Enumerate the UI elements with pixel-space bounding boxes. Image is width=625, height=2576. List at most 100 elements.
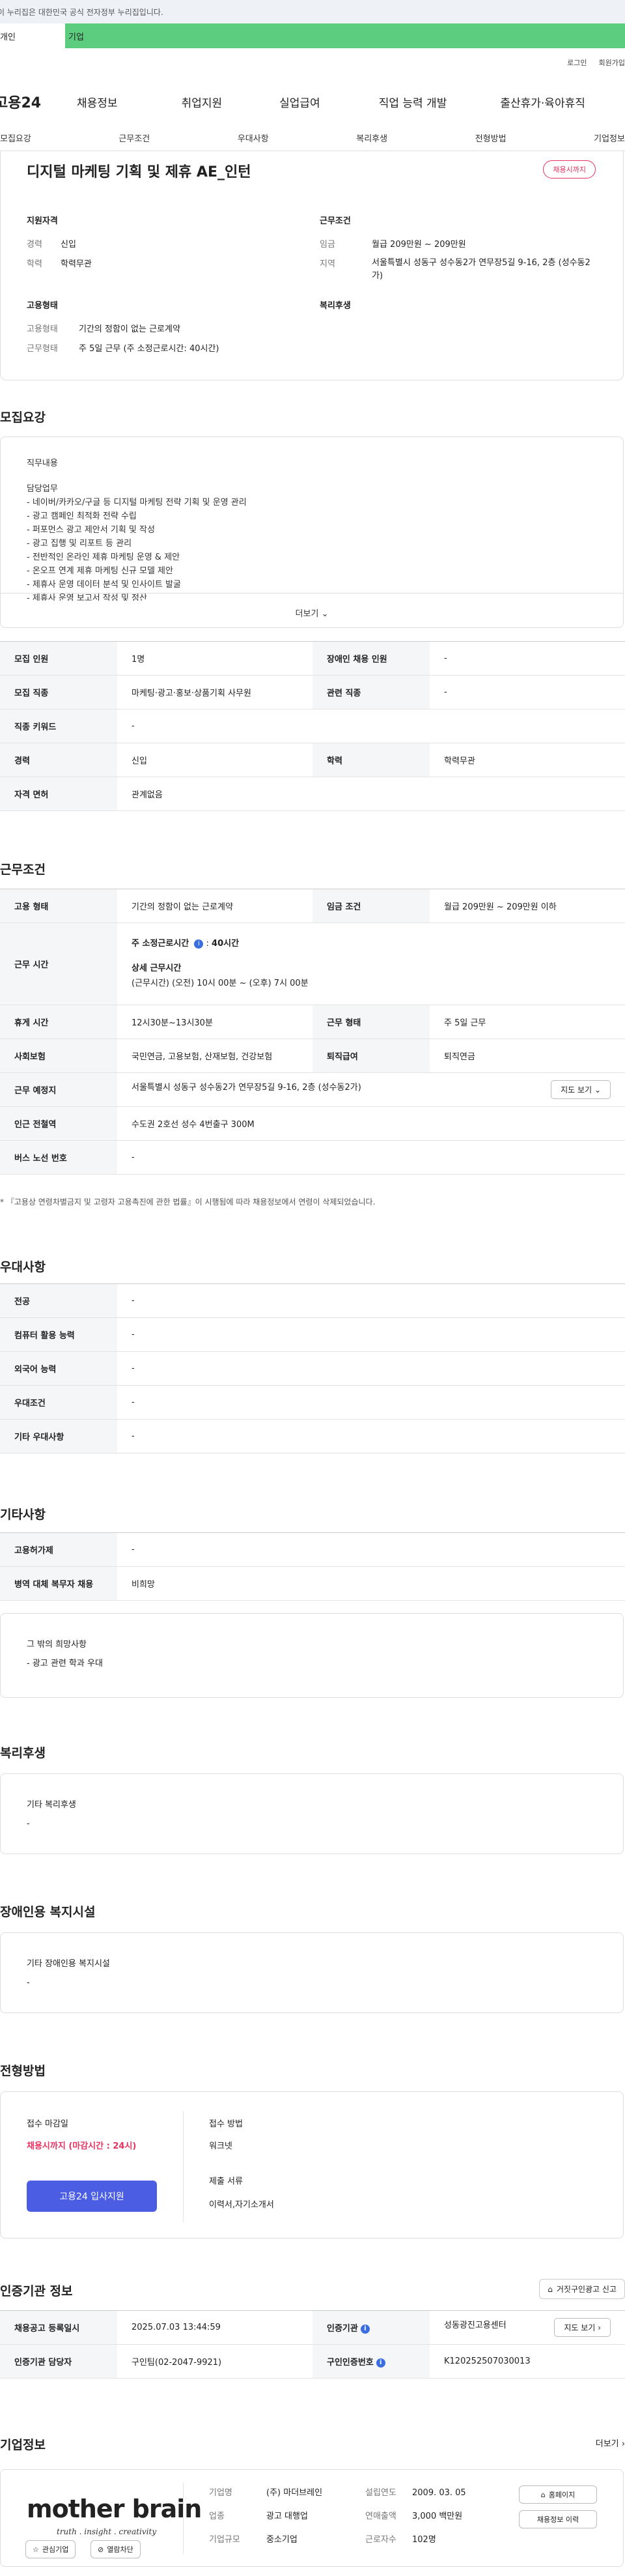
info-icon[interactable]: i bbox=[194, 939, 204, 949]
table-row: 우대조건 - bbox=[0, 1385, 625, 1420]
disabled-value: - bbox=[27, 1977, 30, 1988]
org-table: 채용공고 등록일시 2025.07.03 13:44:59 인증기관 i 성동광진고… bbox=[0, 2310, 625, 2379]
subnav-apply[interactable]: 전형방법 bbox=[475, 132, 507, 150]
global-nav: 고용24 채용정보 취업지원 실업급여 직업 능력 개발 출산휴가·육아휴직 bbox=[0, 89, 625, 115]
company-logo-tagline: truth . insight . creativity bbox=[57, 2527, 157, 2536]
info-icon[interactable]: i bbox=[376, 2358, 385, 2368]
recruit-section-title: 모집요강 bbox=[0, 410, 46, 425]
home-icon: ⌂ bbox=[540, 2490, 546, 2499]
prefer-table: 전공 - 컴퓨터 활용 능력 - 외국어 능력 - 우대조건 - 기타 우대사항 - bbox=[0, 1283, 625, 1453]
edu-row: 학력 학력무관 bbox=[27, 259, 92, 269]
chevron-down-icon: ⌄ bbox=[321, 609, 329, 619]
area-row: 지역 서울특별시 성동구 성수동2가 연무장5길 9-16, 2층 (성수동2가) bbox=[320, 258, 590, 281]
job-title: 디지털 마케팅 기획 및 제휴 AE_인턴 bbox=[27, 164, 251, 180]
docs-value: 이력서,자기소개서 bbox=[209, 2200, 274, 2210]
deadline-badge: 채용시까지 bbox=[543, 160, 596, 179]
subnav-welfare[interactable]: 복리후생 bbox=[356, 132, 387, 150]
subnav-prefer[interactable]: 우대사항 bbox=[238, 132, 269, 150]
emptype-row: 고용형태 기간의 정함이 없는 근로계약 bbox=[27, 324, 180, 334]
gnb-item-employment-support[interactable]: 취업지원 bbox=[182, 94, 223, 110]
work-section-title: 근무조건 bbox=[0, 863, 46, 877]
table-row: 컴퓨터 활용 능력 - bbox=[0, 1317, 625, 1352]
wish-box: 그 밖의 희망사항 - 광고 관련 학과 우대 bbox=[0, 1613, 624, 1698]
emptype-heading: 고용형태 bbox=[27, 301, 58, 311]
table-row: 근무 예정지 서울특별시 성동구 성수동2가 연무장5길 9-16, 2층 (성… bbox=[0, 1072, 625, 1107]
disabled-section-title: 장애인용 복지시설 bbox=[0, 1905, 96, 1919]
recruit-table: 모집 인원 1명 장애인 채용 인원 - 모집 직종 마케팅·광고·홍보·상품기획 사… bbox=[0, 641, 625, 811]
duty-line: - 전반적인 온라인 제휴 마케팅 운영 & 제안 bbox=[27, 552, 180, 563]
favorite-company-button[interactable]: ☆ 관심기업 bbox=[25, 2540, 76, 2558]
workform-row: 근무형태 주 5일 근무 (주 소정근로시간: 40시간) bbox=[27, 344, 219, 354]
table-row: 전공 - bbox=[0, 1283, 625, 1318]
subnav-recruit[interactable]: 모집요강 bbox=[0, 132, 31, 150]
subnav-work[interactable]: 근무조건 bbox=[118, 132, 150, 150]
welfare-box: 기타 복리후생 - bbox=[0, 1773, 624, 1854]
table-row: 모집 직종 마케팅·광고·홍보·상품기획 사무원 관련 직종 - bbox=[0, 675, 625, 709]
signup-link[interactable]: 회원가입 bbox=[599, 57, 625, 68]
welfare-heading: 복리후생 bbox=[320, 301, 351, 311]
docs-heading: 제출 서류 bbox=[209, 2177, 243, 2186]
apply-box: 접수 마감일 채용시까지 (마감시간 : 24시) 고용24 입사지원 접수 방… bbox=[0, 2091, 624, 2239]
duty-heading: 직무내용 bbox=[27, 459, 58, 468]
org-section-title: 인증기관 정보 bbox=[0, 2284, 73, 2298]
table-row: 외국어 능력 - bbox=[0, 1351, 625, 1386]
table-row: 인근 전철역 수도권 2호선 성수 4번출구 300M bbox=[0, 1106, 625, 1141]
etc-section-title: 기타사항 bbox=[0, 1508, 46, 1522]
divider bbox=[183, 2111, 184, 2222]
disabled-box: 기타 장애인용 복지시설 - bbox=[0, 1932, 624, 2013]
tab-personal[interactable]: 개인 bbox=[0, 23, 65, 48]
apply-button[interactable]: 고용24 입사지원 bbox=[27, 2181, 157, 2212]
org-map-button[interactable]: 지도 보기 › bbox=[554, 2318, 611, 2337]
method-heading: 접수 방법 bbox=[209, 2119, 243, 2129]
user-type-tabs: 개인 기업 bbox=[0, 23, 625, 48]
gov-banner-text: 이 누리집은 대한민국 공식 전자정부 누리집입니다. bbox=[0, 8, 163, 17]
recruit-history-button[interactable]: 채용정보 이력 bbox=[519, 2510, 597, 2528]
homepage-button[interactable]: ⌂ 홈페이지 bbox=[519, 2485, 597, 2504]
tab-company[interactable]: 기업 bbox=[65, 23, 625, 48]
table-row: 버스 노선 번호 - bbox=[0, 1140, 625, 1175]
apply-section-title: 전형방법 bbox=[0, 2064, 46, 2078]
table-row: 근무 시간 주 소정근로시간 i : 40시간 상세 근무시간 (근무시간) (… bbox=[0, 923, 625, 1005]
duty-line: - 광고 집행 및 리포트 등 관리 bbox=[27, 539, 132, 549]
block-icon: ⊘ bbox=[98, 2545, 104, 2554]
duty-line: - 퍼포먼스 광고 제안서 기획 및 작성 bbox=[27, 525, 155, 536]
star-icon: ☆ bbox=[33, 2545, 39, 2554]
subnav-company[interactable]: 기업정보 bbox=[594, 132, 625, 150]
duty-line: - 온오프 연계 제휴 마케팅 신규 모델 제안 bbox=[27, 566, 173, 577]
more-button[interactable]: 더보기 ⌄ bbox=[0, 593, 624, 628]
welfare-value: - bbox=[27, 1818, 30, 1829]
table-row: 고용 형태 기간의 정함이 없는 근로계약 임금 조건 월급 209만원 ~ 209… bbox=[0, 889, 625, 923]
company-section-title: 기업정보 bbox=[0, 2438, 46, 2452]
prefer-section-title: 우대사항 bbox=[0, 1260, 46, 1274]
utility-links: 로그인 회원가입 bbox=[567, 57, 625, 68]
welfare-heading: 기타 복리후생 bbox=[27, 1800, 76, 1810]
report-button[interactable]: ⌂ 거짓구인광고 신고 bbox=[539, 2279, 625, 2299]
map-button[interactable]: 지도 보기 ⌄ bbox=[551, 1080, 611, 1099]
table-row: 병역 대체 복무자 채용 비희망 bbox=[0, 1566, 625, 1601]
section-subnav: 모집요강 근무조건 우대사항 복리후생 전형방법 기업정보 bbox=[0, 132, 625, 151]
company-more-link[interactable]: 더보기 › bbox=[596, 2437, 625, 2449]
chevron-right-icon: › bbox=[598, 2323, 601, 2332]
gnb-item-training[interactable]: 직업 능력 개발 bbox=[379, 94, 447, 110]
welfare-section-title: 복리후생 bbox=[0, 1746, 46, 1760]
disabled-heading: 기타 장애인용 복지시설 bbox=[27, 1959, 110, 1969]
gnb-item-jobs[interactable]: 채용정보 bbox=[77, 94, 118, 110]
gnb-item-unemployment[interactable]: 실업급여 bbox=[279, 94, 320, 110]
block-view-button[interactable]: ⊘ 열람차단 bbox=[90, 2540, 141, 2558]
gnb-item-leave[interactable]: 출산휴가·육아휴직 bbox=[500, 94, 585, 110]
deadline-value: 채용시까지 (마감시간 : 24시) bbox=[27, 2141, 137, 2151]
table-row: 고용허가제 - bbox=[0, 1532, 625, 1567]
site-logo[interactable]: 고용24 bbox=[0, 91, 66, 112]
table-row: 경력 신입 학력 학력무관 bbox=[0, 743, 625, 777]
divider bbox=[183, 2483, 184, 2555]
login-link[interactable]: 로그인 bbox=[567, 57, 587, 68]
duty-line: 담당업무 bbox=[27, 484, 58, 494]
qual-heading: 지원자격 bbox=[27, 216, 58, 226]
company-logo: mother brain bbox=[27, 2495, 202, 2523]
chevron-down-icon: ⌄ bbox=[594, 1085, 601, 1095]
work-table: 고용 형태 기간의 정함이 없는 근로계약 임금 조건 월급 209만원 ~ 209… bbox=[0, 889, 625, 1175]
table-row: 모집 인원 1명 장애인 채용 인원 - bbox=[0, 641, 625, 676]
job-summary-card: 디지털 마케팅 기획 및 제휴 AE_인턴 채용시까지 지원자격 경력 신입 학력… bbox=[0, 151, 624, 380]
info-icon[interactable]: i bbox=[360, 2324, 370, 2334]
method-value: 워크넷 bbox=[209, 2141, 232, 2151]
